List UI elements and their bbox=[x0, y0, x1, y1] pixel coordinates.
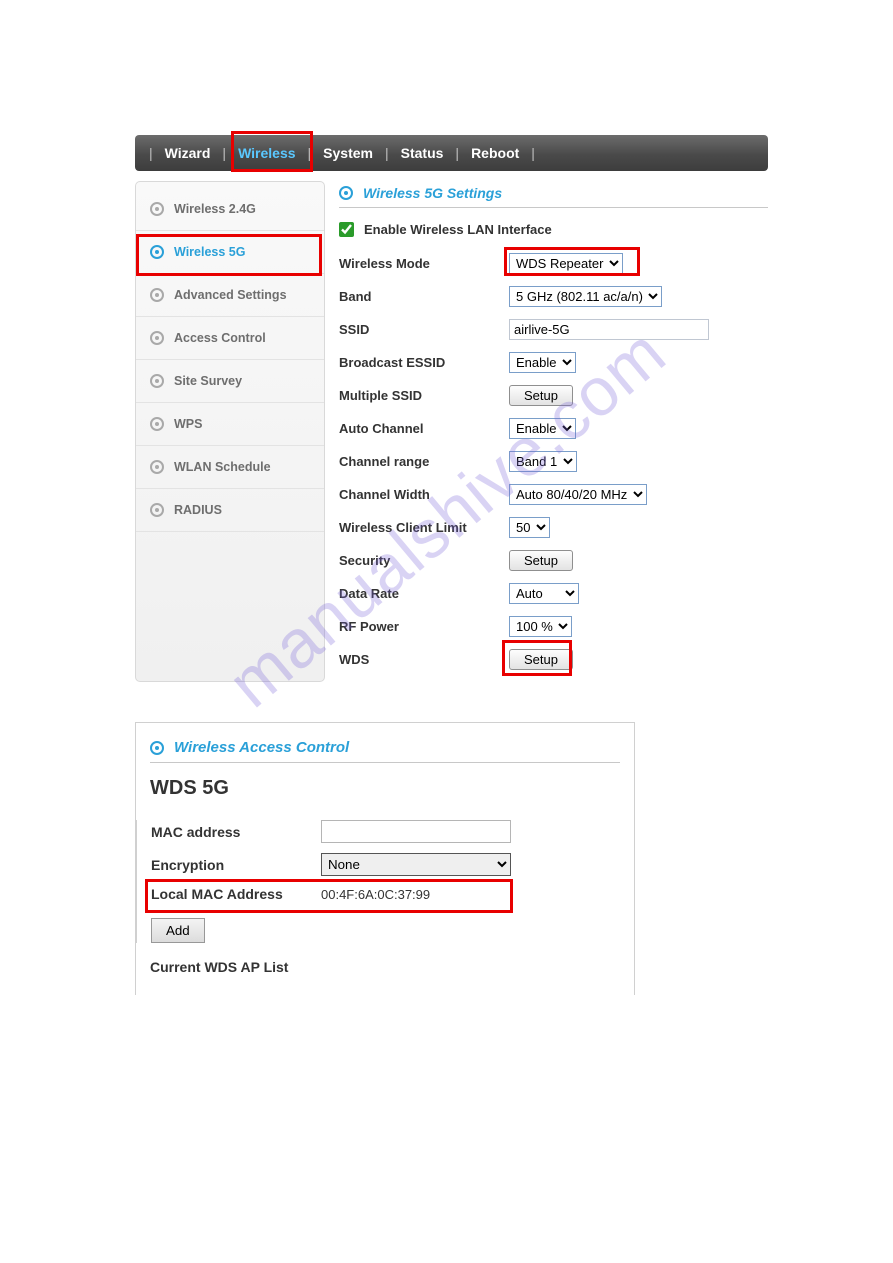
wireless-mode-select[interactable]: WDS Repeater bbox=[509, 253, 623, 274]
radio-icon bbox=[150, 374, 164, 388]
label-channel-width: Channel Width bbox=[339, 487, 509, 502]
radio-icon bbox=[150, 460, 164, 474]
nav-system[interactable]: System bbox=[319, 145, 377, 161]
nav-wizard[interactable]: Wizard bbox=[161, 145, 215, 161]
label-client-limit: Wireless Client Limit bbox=[339, 520, 509, 535]
label-data-rate: Data Rate bbox=[339, 586, 509, 601]
channel-range-select[interactable]: Band 1 bbox=[509, 451, 577, 472]
wds-setup-button[interactable]: Setup bbox=[509, 649, 573, 670]
sidebar-item-wlan-schedule[interactable]: WLAN Schedule bbox=[136, 446, 324, 489]
sidebar-item-advanced[interactable]: Advanced Settings bbox=[136, 274, 324, 317]
local-mac-value: 00:4F:6A:0C:37:99 bbox=[321, 887, 430, 902]
sidebar-item-radius[interactable]: RADIUS bbox=[136, 489, 324, 532]
security-setup-button[interactable]: Setup bbox=[509, 550, 573, 571]
enable-wireless-label: Enable Wireless LAN Interface bbox=[364, 222, 552, 237]
sidebar: Wireless 2.4G Wireless 5G Advanced Setti… bbox=[135, 181, 325, 682]
radio-icon bbox=[339, 186, 353, 200]
sidebar-item-label: RADIUS bbox=[174, 503, 222, 517]
nav-status[interactable]: Status bbox=[397, 145, 448, 161]
radio-icon bbox=[150, 331, 164, 345]
radio-icon bbox=[150, 288, 164, 302]
label-broadcast-essid: Broadcast ESSID bbox=[339, 355, 509, 370]
enable-wireless-checkbox[interactable] bbox=[339, 222, 354, 237]
label-band: Band bbox=[339, 289, 509, 304]
sidebar-item-access-control[interactable]: Access Control bbox=[136, 317, 324, 360]
ssid-input[interactable] bbox=[509, 319, 709, 340]
nav-wireless[interactable]: Wireless bbox=[234, 145, 299, 161]
radio-icon bbox=[150, 245, 164, 259]
mac-address-input[interactable] bbox=[321, 820, 511, 843]
band-select[interactable]: 5 GHz (802.11 ac/a/n) bbox=[509, 286, 662, 307]
radio-icon bbox=[150, 417, 164, 431]
rf-power-select[interactable]: 100 % bbox=[509, 616, 572, 637]
sidebar-item-label: WPS bbox=[174, 417, 202, 431]
sidebar-item-label: Wireless 5G bbox=[174, 245, 245, 259]
channel-width-select[interactable]: Auto 80/40/20 MHz bbox=[509, 484, 647, 505]
label-rf-power: RF Power bbox=[339, 619, 509, 634]
top-nav: | Wizard | Wireless | System | Status | … bbox=[135, 135, 768, 171]
wds-panel-title: Wireless Access Control bbox=[150, 735, 620, 763]
client-limit-select[interactable]: 50 bbox=[509, 517, 550, 538]
label-ssid: SSID bbox=[339, 322, 509, 337]
auto-channel-select[interactable]: Enable bbox=[509, 418, 576, 439]
sidebar-item-wireless-5g[interactable]: Wireless 5G bbox=[136, 231, 324, 274]
sidebar-item-label: WLAN Schedule bbox=[174, 460, 271, 474]
radio-icon bbox=[150, 503, 164, 517]
label-mac-address: MAC address bbox=[151, 824, 321, 840]
label-wds: WDS bbox=[339, 652, 509, 667]
label-local-mac: Local MAC Address bbox=[151, 886, 321, 902]
radio-icon bbox=[150, 741, 164, 755]
label-encryption: Encryption bbox=[151, 857, 321, 873]
data-rate-select[interactable]: Auto bbox=[509, 583, 579, 604]
label-security: Security bbox=[339, 553, 509, 568]
wds-heading: WDS 5G bbox=[150, 777, 620, 800]
label-channel-range: Channel range bbox=[339, 454, 509, 469]
encryption-select[interactable]: None bbox=[321, 853, 511, 876]
add-button[interactable]: Add bbox=[151, 918, 205, 943]
label-multiple-ssid: Multiple SSID bbox=[339, 388, 509, 403]
label-wireless-mode: Wireless Mode bbox=[339, 256, 509, 271]
sidebar-item-site-survey[interactable]: Site Survey bbox=[136, 360, 324, 403]
settings-panel: Wireless 5G Settings Enable Wireless LAN… bbox=[339, 181, 768, 682]
radio-icon bbox=[150, 202, 164, 216]
sidebar-item-wireless-2g[interactable]: Wireless 2.4G bbox=[136, 188, 324, 231]
sidebar-item-label: Site Survey bbox=[174, 374, 242, 388]
label-auto-channel: Auto Channel bbox=[339, 421, 509, 436]
wds-panel: Wireless Access Control WDS 5G MAC addre… bbox=[135, 722, 635, 995]
sidebar-item-label: Advanced Settings bbox=[174, 288, 287, 302]
multiple-ssid-setup-button[interactable]: Setup bbox=[509, 385, 573, 406]
nav-reboot[interactable]: Reboot bbox=[467, 145, 523, 161]
sidebar-item-label: Access Control bbox=[174, 331, 266, 345]
sidebar-item-label: Wireless 2.4G bbox=[174, 202, 256, 216]
broadcast-essid-select[interactable]: Enable bbox=[509, 352, 576, 373]
panel-title: Wireless 5G Settings bbox=[339, 181, 768, 208]
wds-ap-list-label: Current WDS AP List bbox=[150, 959, 620, 975]
sidebar-item-wps[interactable]: WPS bbox=[136, 403, 324, 446]
